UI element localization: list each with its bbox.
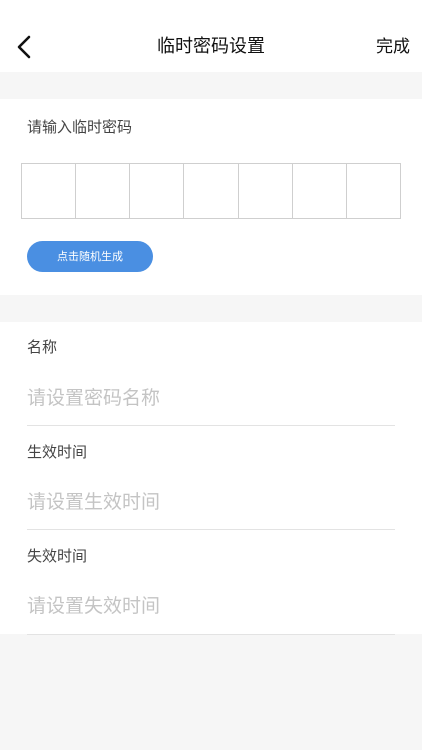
password-code-input bbox=[21, 163, 401, 219]
chevron-left-icon bbox=[17, 35, 31, 59]
password-digit-7[interactable] bbox=[347, 164, 400, 218]
random-generate-button[interactable]: 点击随机生成 bbox=[27, 241, 153, 272]
start-time-divider bbox=[27, 529, 395, 530]
password-digit-5[interactable] bbox=[239, 164, 293, 218]
end-time-divider bbox=[27, 634, 395, 635]
password-digit-6[interactable] bbox=[293, 164, 347, 218]
password-digit-2[interactable] bbox=[76, 164, 131, 218]
navigation-bar: 临时密码设置 完成 bbox=[0, 0, 422, 72]
start-time-input[interactable] bbox=[27, 484, 395, 520]
name-label: 名称 bbox=[27, 338, 58, 356]
password-prompt-label: 请输入临时密码 bbox=[27, 118, 133, 136]
back-button[interactable] bbox=[10, 30, 40, 64]
done-button[interactable]: 完成 bbox=[376, 34, 410, 60]
start-time-label: 生效时间 bbox=[27, 443, 88, 461]
end-time-label: 失效时间 bbox=[27, 547, 88, 565]
end-time-input[interactable] bbox=[27, 588, 395, 624]
password-digit-3[interactable] bbox=[130, 164, 185, 218]
password-digit-4[interactable] bbox=[184, 164, 239, 218]
name-divider bbox=[27, 425, 395, 426]
name-input[interactable] bbox=[27, 380, 395, 416]
password-digit-1[interactable] bbox=[22, 164, 77, 218]
page-title: 临时密码设置 bbox=[157, 36, 265, 57]
